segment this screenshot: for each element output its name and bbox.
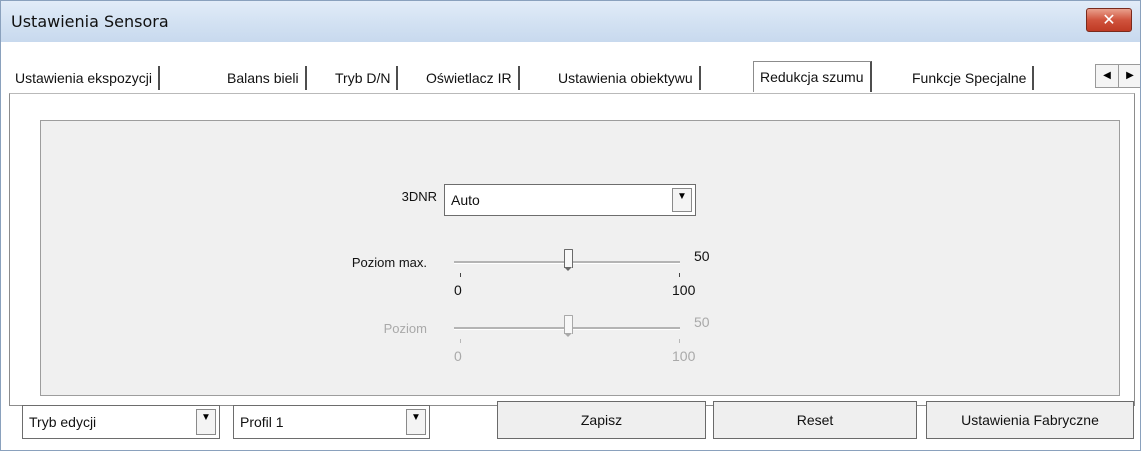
dnr-label: 3DNR [401,189,437,204]
level-min-label: 0 [454,348,462,364]
tab-lens-settings[interactable]: Ustawienia obiektywu [552,66,701,90]
tab-special-functions[interactable]: Funkcje Specjalne [906,66,1035,90]
tab-label: Balans bieli [227,70,299,86]
tab-strip: Ustawienia ekspozycji Balans bieli Tryb … [9,61,1089,93]
factory-settings-button-label: Ustawienia Fabryczne [961,412,1099,428]
level-tick-min [460,339,461,343]
level-tick-max [679,339,680,343]
max-level-tick-min [460,273,461,277]
window-title: Ustawienia Sensora [11,12,169,31]
tab-white-balance[interactable]: Balans bieli [221,66,307,90]
max-level-tick-max [679,273,680,277]
factory-settings-button[interactable]: Ustawienia Fabryczne [926,401,1134,439]
tab-scroll-right-button[interactable]: ▶ [1118,64,1140,88]
close-button[interactable]: ✕ [1086,8,1132,32]
tab-exposure-settings[interactable]: Ustawienia ekspozycji [9,66,160,90]
tab-label: Ustawienia obiektywu [558,70,693,86]
dnr-value: Auto [451,192,480,208]
sensor-settings-window: Ustawienia Sensora ✕ Ustawienia ekspozyc… [0,0,1141,451]
edit-mode-select[interactable]: Tryb edycji ▼ [22,405,220,439]
max-level-min-label: 0 [454,282,462,298]
level-max-label: 100 [672,348,696,364]
chevron-down-icon: ▼ [201,412,211,423]
tab-label: Tryb D/N [335,70,391,86]
settings-group: 3DNR Auto ▼ Poziom max. 50 0 100 Poziom … [40,120,1120,396]
max-level-thumb[interactable] [564,249,573,271]
level-label: Poziom [383,321,427,336]
reset-button-label: Reset [796,412,834,428]
profile-select[interactable]: Profil 1 ▼ [233,405,430,439]
tab-scroll-left-button[interactable]: ◀ [1095,64,1119,88]
client-area: Ustawienia ekspozycji Balans bieli Tryb … [1,42,1140,450]
level-thumb [564,315,573,337]
tab-panel-noise-reduction: 3DNR Auto ▼ Poziom max. 50 0 100 Poziom … [9,93,1135,406]
max-level-label: Poziom max. [351,255,427,270]
dnr-dropdown-button[interactable]: ▼ [672,188,692,212]
max-level-max-label: 100 [672,282,696,298]
profile-value: Profil 1 [240,414,284,430]
tab-day-night-mode[interactable]: Tryb D/N [329,66,399,90]
title-bar[interactable]: Ustawienia Sensora ✕ [1,1,1140,42]
chevron-down-icon: ▼ [677,191,687,202]
tab-noise-reduction[interactable]: Redukcja szumu [753,61,872,92]
edit-mode-value: Tryb edycji [29,414,97,430]
tab-label: Funkcje Specjalne [912,70,1027,86]
tab-label: Redukcja szumu [760,69,864,85]
tab-label: Ustawienia ekspozycji [15,70,152,86]
chevron-down-icon: ▼ [411,412,421,423]
level-value: 50 [694,314,710,330]
tab-ir-illuminator[interactable]: Oświetlacz IR [420,66,520,90]
tab-label: Oświetlacz IR [426,70,512,86]
max-level-value: 50 [694,248,710,264]
arrow-left-icon: ◀ [1103,70,1111,81]
dnr-select[interactable]: Auto ▼ [444,184,696,216]
save-button[interactable]: Zapisz [497,401,706,439]
save-button-label: Zapisz [580,412,623,428]
profile-dropdown-button[interactable]: ▼ [406,409,426,435]
edit-mode-dropdown-button[interactable]: ▼ [196,409,216,435]
reset-button[interactable]: Reset [713,401,917,439]
arrow-right-icon: ▶ [1126,70,1134,81]
close-icon: ✕ [1102,10,1116,29]
